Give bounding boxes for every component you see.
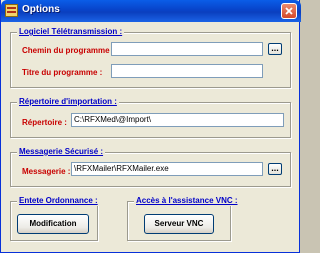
repertoire-input[interactable]: C:\RFXMed\@Import\ xyxy=(71,113,284,127)
repertoire-label: Répertoire : xyxy=(22,118,67,127)
close-button[interactable] xyxy=(281,3,297,19)
messagerie-group: Messagerie Sécurisé : Messagerie : \RFXM… xyxy=(10,147,291,187)
vnc-group: Accès à l'assistance VNC : Serveur VNC xyxy=(127,196,240,241)
entete-group-title: Entete Ordonnance : xyxy=(17,196,100,206)
repertoire-group: Répertoire d'importation : Répertoire : … xyxy=(10,97,291,138)
logiciel-group: Logiciel Télétransmission : Chemin du pr… xyxy=(10,27,291,88)
messagerie-label: Messagerie : xyxy=(22,167,71,176)
messagerie-browse-button[interactable]: ... xyxy=(268,163,282,175)
titre-input[interactable] xyxy=(111,64,263,78)
messagerie-input[interactable]: \RFXMailer\RFXMailer.exe xyxy=(71,162,263,176)
logiciel-group-title: Logiciel Télétransmission : xyxy=(17,27,125,37)
messagerie-group-title: Messagerie Sécurisé : xyxy=(17,147,106,157)
title-bar[interactable]: Options xyxy=(1,0,301,22)
repertoire-group-title: Répertoire d'importation : xyxy=(17,97,119,107)
vnc-group-title: Accès à l'assistance VNC : xyxy=(134,196,240,206)
chemin-browse-button[interactable]: ... xyxy=(268,43,282,55)
entete-group: Entete Ordonnance : Modification xyxy=(10,196,100,241)
modification-button[interactable]: Modification xyxy=(17,214,89,234)
chemin-label: Chemin du programme : xyxy=(22,46,115,55)
serveur-vnc-button[interactable]: Serveur VNC xyxy=(144,214,214,234)
window-title: Options xyxy=(22,4,60,15)
app-icon xyxy=(5,4,18,17)
titre-label: Titre du programme : xyxy=(22,68,103,77)
close-icon xyxy=(285,7,293,15)
chemin-input[interactable] xyxy=(111,42,263,56)
options-dialog: Options Logiciel Télétransmission : Chem… xyxy=(0,0,301,253)
